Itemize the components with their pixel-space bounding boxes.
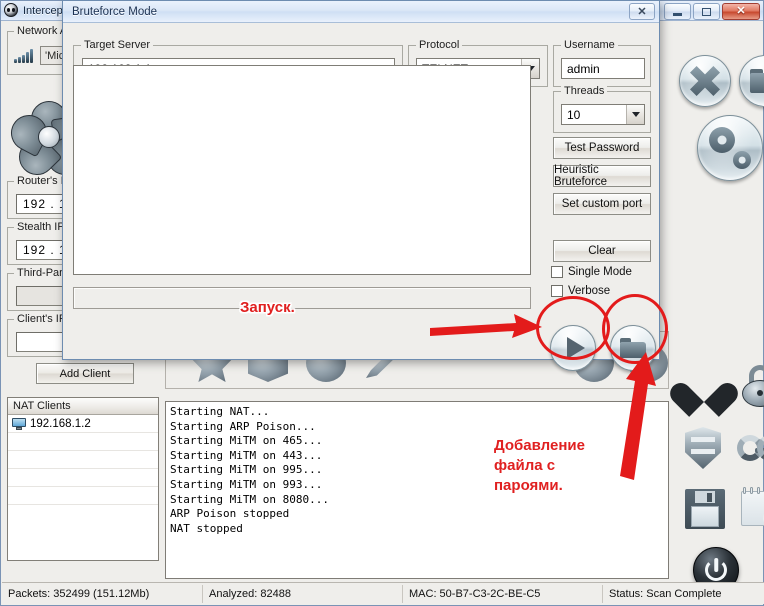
- right-toolbar: ✕: [671, 37, 764, 582]
- list-item[interactable]: [8, 469, 158, 487]
- minimize-icon: [673, 13, 682, 16]
- dialog-titlebar: Bruteforce Mode ✕: [63, 1, 659, 23]
- threads-select[interactable]: 10: [561, 104, 645, 125]
- single-mode-label: Single Mode: [568, 266, 632, 278]
- progress-bar: [73, 287, 531, 309]
- application-window: Intercepter-NG ✕ Network A 'Mic: [0, 0, 764, 606]
- log-line: Starting MiTM on 995...: [170, 463, 664, 478]
- nat-client-ip: 192.168.1.2: [30, 418, 91, 430]
- computer-icon: [12, 418, 26, 430]
- annotation-start-label: Запуск.: [240, 299, 295, 316]
- annotation-add-file-line2: файла с: [494, 457, 555, 474]
- status-bar: Packets: 352499 (151.12Mb) Analyzed: 824…: [2, 582, 764, 604]
- shield-icon[interactable]: [685, 427, 721, 469]
- handcuffs-icon[interactable]: [737, 433, 764, 467]
- stealth-ip-label: Stealth IP: [14, 221, 68, 233]
- minimize-button[interactable]: [664, 3, 691, 20]
- log-line: Starting ARP Poison...: [170, 420, 664, 435]
- log-line: Starting MiTM on 465...: [170, 434, 664, 449]
- status-mac: MAC: 50-B7-C3-2C-BE-C5: [402, 585, 602, 603]
- nat-clients-listbox[interactable]: NAT Clients 192.168.1.2: [7, 397, 159, 561]
- dialog-close-button[interactable]: ✕: [629, 3, 655, 20]
- notepad-delete-icon[interactable]: ✕: [739, 487, 764, 527]
- single-mode-checkbox[interactable]: Single Mode: [551, 266, 632, 278]
- close-x-icon[interactable]: [679, 55, 731, 107]
- list-item[interactable]: 192.168.1.2: [8, 415, 158, 433]
- heuristic-bruteforce-button[interactable]: Heuristic Bruteforce: [553, 165, 651, 187]
- restore-icon: [702, 8, 711, 16]
- annotation-add-file-line3: пароями.: [494, 477, 563, 494]
- padlock-icon[interactable]: [741, 365, 764, 407]
- bruteforce-output[interactable]: [73, 65, 531, 275]
- threads-label: Threads: [561, 85, 607, 97]
- floppy-save-icon[interactable]: [685, 489, 725, 529]
- dialog-title: Bruteforce Mode: [72, 6, 157, 18]
- username-label: Username: [561, 39, 618, 51]
- set-custom-port-button[interactable]: Set custom port: [553, 193, 651, 215]
- annotation-add-file-line1: Добавление: [494, 437, 585, 454]
- clients-ip-label: Client's IP: [14, 313, 69, 325]
- status-packets: Packets: 352499 (151.12Mb): [2, 585, 202, 603]
- log-line: ARP Poison stopped: [170, 507, 664, 522]
- protocol-label: Protocol: [416, 39, 462, 51]
- log-line: Starting NAT...: [170, 405, 664, 420]
- list-item[interactable]: [8, 451, 158, 469]
- close-button[interactable]: ✕: [722, 3, 760, 20]
- add-client-button[interactable]: Add Client: [36, 363, 134, 384]
- heartbleed-heart-icon[interactable]: [683, 367, 725, 407]
- target-server-label: Target Server: [81, 39, 153, 51]
- verbose-checkbox[interactable]: Verbose: [551, 285, 610, 297]
- annotation-arrow-start: [430, 312, 545, 348]
- clear-button[interactable]: Clear: [553, 240, 651, 262]
- restore-button[interactable]: [693, 3, 720, 20]
- annotation-ellipse-start: [536, 296, 610, 360]
- log-line: Starting MiTM on 993...: [170, 478, 664, 493]
- annotation-arrow-open-file: [604, 352, 660, 482]
- threads-value: 10: [562, 108, 626, 122]
- username-group: Username admin: [553, 45, 651, 87]
- skull-icon: [4, 3, 19, 18]
- log-line: Starting MiTM on 443...: [170, 449, 664, 464]
- test-password-button[interactable]: Test Password: [553, 137, 651, 159]
- status-analyzed: Analyzed: 82488: [202, 585, 402, 603]
- log-line: NAT stopped: [170, 522, 664, 537]
- threads-group: Threads 10: [553, 91, 651, 133]
- gears-settings-icon[interactable]: [697, 115, 763, 181]
- checkbox-box: [551, 266, 563, 278]
- log-output[interactable]: Starting NAT... Starting ARP Poison... S…: [165, 401, 669, 579]
- username-input[interactable]: admin: [561, 58, 645, 79]
- nat-clients-header: NAT Clients: [8, 398, 158, 415]
- list-item[interactable]: [8, 487, 158, 505]
- log-line: Starting MiTM on 8080...: [170, 493, 664, 508]
- status-scan: Status: Scan Complete: [602, 585, 764, 603]
- list-item[interactable]: [8, 433, 158, 451]
- checkbox-box: [551, 285, 563, 297]
- close-icon: ✕: [736, 6, 745, 17]
- folder-open-icon[interactable]: [739, 55, 764, 107]
- window-controls: ✕: [664, 3, 760, 20]
- signal-bars-icon: [14, 49, 36, 63]
- chevron-down-icon[interactable]: [626, 105, 644, 124]
